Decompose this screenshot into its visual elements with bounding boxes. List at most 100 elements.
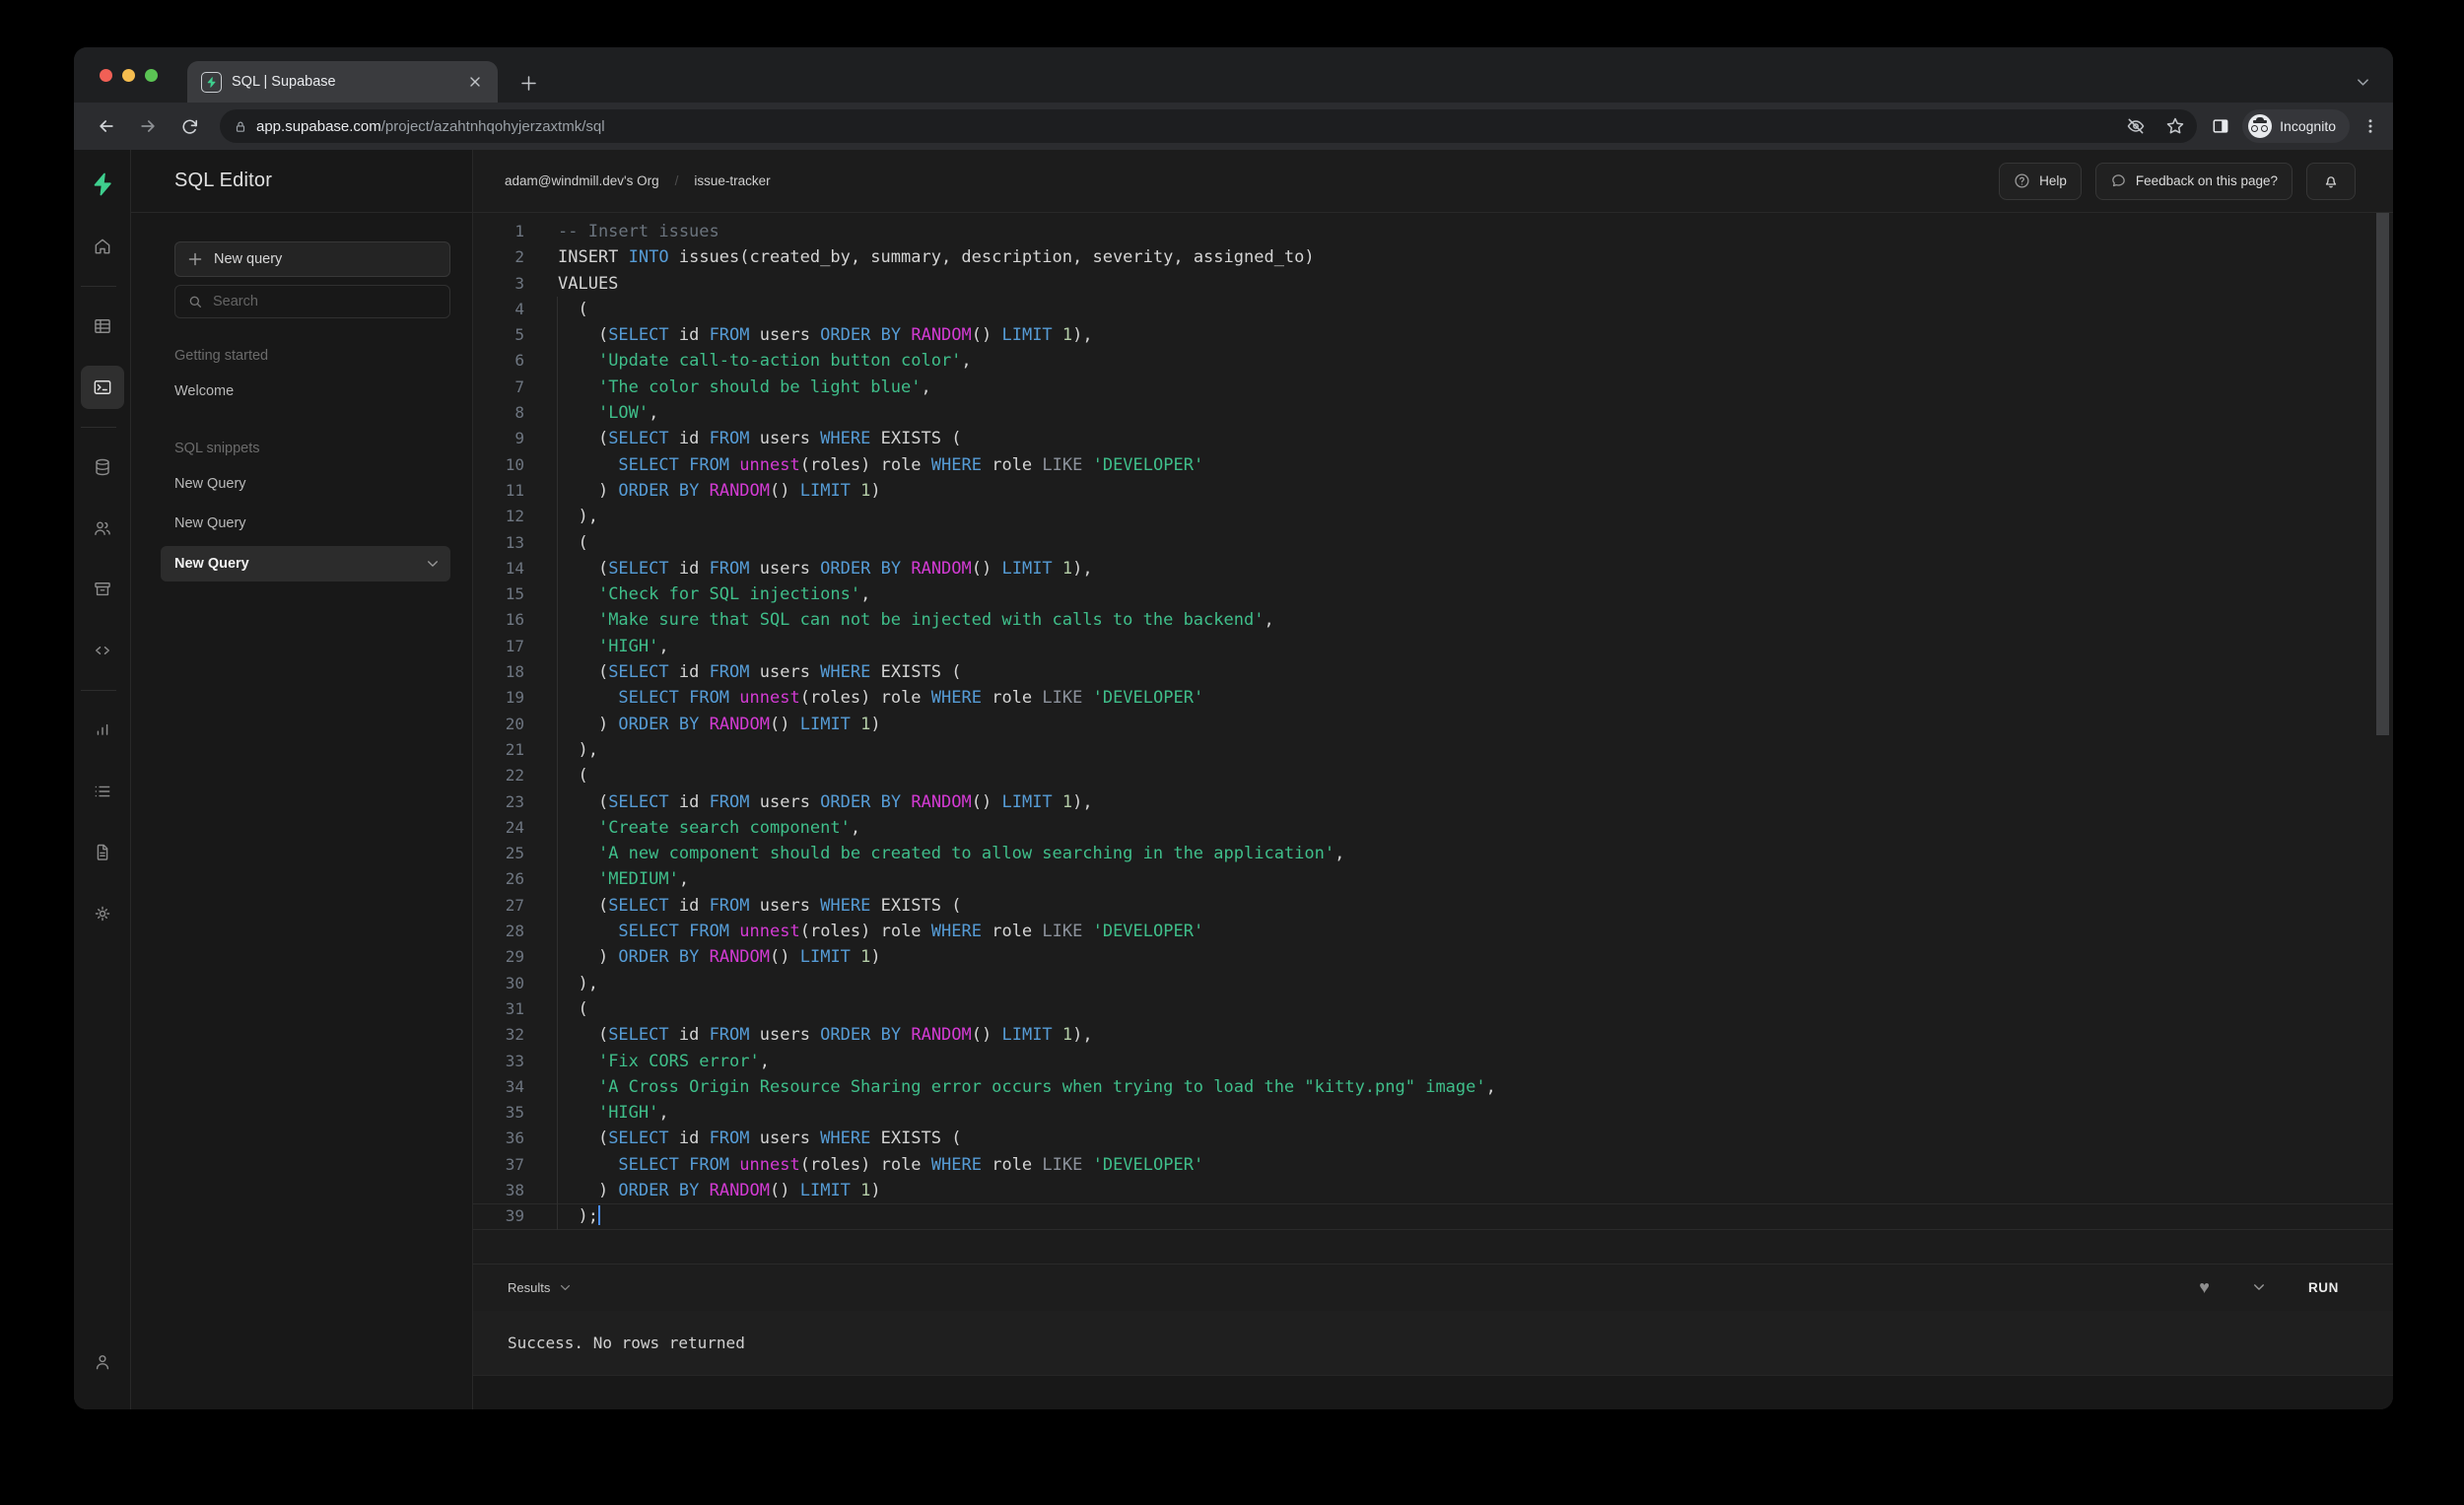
code-line[interactable]: 25 'A new component should be created to…	[473, 841, 2393, 866]
code-line[interactable]: 5 (SELECT id FROM users ORDER BY RANDOM(…	[473, 322, 2393, 348]
search-input[interactable]	[213, 294, 438, 309]
bookmark-star-icon[interactable]	[2165, 116, 2185, 136]
code-line[interactable]: 28 SELECT FROM unnest(roles) role WHERE …	[473, 919, 2393, 944]
code-line[interactable]: 9 (SELECT id FROM users WHERE EXISTS (	[473, 426, 2393, 451]
code-line[interactable]: 29 ) ORDER BY RANDOM() LIMIT 1)	[473, 944, 2393, 970]
results-label: Results	[508, 1279, 551, 1295]
favorite-heart-icon[interactable]: ♥	[2199, 1278, 2210, 1296]
side-panel-icon[interactable]	[2211, 116, 2230, 136]
code-line[interactable]: 36 (SELECT id FROM users WHERE EXISTS (	[473, 1126, 2393, 1151]
code-line[interactable]: 23 (SELECT id FROM users ORDER BY RANDOM…	[473, 789, 2393, 815]
functions-icon[interactable]	[81, 629, 124, 672]
home-icon[interactable]	[81, 225, 124, 268]
chevron-down-icon[interactable]	[427, 558, 439, 570]
browser-tab[interactable]: SQL | Supabase	[187, 61, 498, 103]
maximize-window-button[interactable]	[145, 69, 158, 82]
back-icon[interactable]	[90, 109, 123, 143]
sql-code-editor[interactable]: 1 -- Insert issues 2 INSERT INTO issues(cre…	[473, 213, 2393, 1264]
line-number: 39	[505, 1206, 524, 1226]
supabase-logo-icon[interactable]	[88, 170, 117, 199]
code-line[interactable]: 39 );	[473, 1203, 2393, 1229]
run-button[interactable]: RUN	[2308, 1280, 2339, 1295]
code-line[interactable]: 38 ) ORDER BY RANDOM() LIMIT 1)	[473, 1178, 2393, 1203]
account-icon[interactable]	[81, 1340, 124, 1384]
line-number: 2	[514, 247, 524, 267]
code-line[interactable]: 6 'Update call-to-action button color',	[473, 348, 2393, 374]
code-line[interactable]: 4 (	[473, 297, 2393, 322]
results-dropdown[interactable]: Results	[508, 1280, 571, 1295]
close-tab-icon[interactable]	[464, 71, 486, 93]
sidebar-item-new-query[interactable]: New Query	[161, 546, 450, 581]
new-tab-icon[interactable]	[514, 69, 542, 97]
breadcrumb-org[interactable]: adam@windmill.dev's Org	[505, 173, 659, 188]
lock-icon	[234, 119, 247, 134]
tab-search-chevron-icon[interactable]	[2350, 69, 2375, 95]
code-line[interactable]: 26 'MEDIUM',	[473, 866, 2393, 892]
minimize-window-button[interactable]	[122, 69, 135, 82]
new-query-button[interactable]: New query	[174, 241, 450, 277]
notifications-button[interactable]	[2306, 162, 2356, 200]
code-line[interactable]: 20 ) ORDER BY RANDOM() LIMIT 1)	[473, 712, 2393, 737]
code-line[interactable]: 8 'LOW',	[473, 400, 2393, 426]
code-line[interactable]: 3 VALUES	[473, 271, 2393, 297]
code-text: (	[558, 766, 588, 787]
database-icon[interactable]	[81, 445, 124, 489]
code-line[interactable]: 31 (	[473, 996, 2393, 1022]
code-line[interactable]: 32 (SELECT id FROM users ORDER BY RANDOM…	[473, 1022, 2393, 1048]
code-line[interactable]: 21 ),	[473, 737, 2393, 763]
code-line[interactable]: 35 'HIGH',	[473, 1100, 2393, 1126]
snippet-search[interactable]	[174, 285, 450, 318]
storage-icon[interactable]	[81, 568, 124, 611]
url-bar[interactable]: app.supabase.com/project/azahtnhqohyjerz…	[220, 109, 2198, 143]
docs-icon[interactable]	[81, 831, 124, 874]
code-line[interactable]: 17 'HIGH',	[473, 634, 2393, 659]
code-line[interactable]: 2 INSERT INTO issues(created_by, summary,…	[473, 244, 2393, 270]
code-line[interactable]: 37 SELECT FROM unnest(roles) role WHERE …	[473, 1152, 2393, 1178]
code-line[interactable]: 22 (	[473, 763, 2393, 788]
sql-editor-icon[interactable]	[80, 366, 124, 409]
eye-off-icon[interactable]	[2126, 116, 2146, 136]
sidebar-item-new-query[interactable]: New Query	[161, 464, 450, 504]
code-line[interactable]: 10 SELECT FROM unnest(roles) role WHERE …	[473, 452, 2393, 478]
code-line[interactable]: 19 SELECT FROM unnest(roles) role WHERE …	[473, 685, 2393, 711]
logs-icon[interactable]	[81, 770, 124, 813]
code-line[interactable]: 15 'Check for SQL injections',	[473, 581, 2393, 607]
code-line[interactable]: 14 (SELECT id FROM users ORDER BY RANDOM…	[473, 556, 2393, 581]
run-options-chevron-icon[interactable]	[2253, 1281, 2265, 1293]
close-window-button[interactable]	[100, 69, 112, 82]
feedback-button[interactable]: Feedback on this page?	[2094, 162, 2293, 200]
menu-dots-icon[interactable]	[2361, 117, 2379, 135]
sidebar-item-new-query[interactable]: New Query	[161, 504, 450, 543]
line-number: 3	[514, 273, 524, 293]
line-number: 34	[505, 1076, 524, 1096]
code-line[interactable]: 13 (	[473, 530, 2393, 556]
editor-scrollbar[interactable]	[2376, 213, 2389, 735]
forward-icon[interactable]	[131, 109, 165, 143]
code-line[interactable]: 24 'Create search component',	[473, 815, 2393, 841]
chevron-down-icon	[560, 1282, 571, 1293]
code-line[interactable]: 16 'Make sure that SQL can not be inject…	[473, 607, 2393, 633]
code-line[interactable]: 1 -- Insert issues	[473, 219, 2393, 244]
settings-icon[interactable]	[81, 892, 124, 935]
sidebar-item-welcome[interactable]: Welcome	[161, 372, 450, 411]
code-line[interactable]: 12 ),	[473, 504, 2393, 529]
sidebar-header: SQL Editor	[131, 150, 472, 213]
code-text: 'Create search component',	[597, 817, 861, 838]
reload-icon[interactable]	[172, 109, 206, 143]
text-cursor	[597, 1205, 600, 1226]
code-line[interactable]: 27 (SELECT id FROM users WHERE EXISTS (	[473, 893, 2393, 919]
code-line[interactable]: 11 ) ORDER BY RANDOM() LIMIT 1)	[473, 478, 2393, 504]
breadcrumb-project[interactable]: issue-tracker	[694, 173, 770, 188]
code-line[interactable]: 18 (SELECT id FROM users WHERE EXISTS (	[473, 659, 2393, 685]
table-editor-icon[interactable]	[81, 305, 124, 348]
code-line[interactable]: 33 'Fix CORS error',	[473, 1049, 2393, 1074]
rail-divider	[80, 286, 116, 287]
reports-icon[interactable]	[81, 709, 124, 752]
auth-icon[interactable]	[81, 507, 124, 550]
code-line[interactable]: 30 ),	[473, 971, 2393, 996]
help-button[interactable]: Help	[1999, 162, 2082, 200]
code-line[interactable]: 7 'The color should be light blue',	[473, 375, 2393, 400]
code-line[interactable]: 34 'A Cross Origin Resource Sharing erro…	[473, 1074, 2393, 1100]
code-text: (	[558, 299, 588, 319]
line-number: 36	[505, 1129, 524, 1148]
